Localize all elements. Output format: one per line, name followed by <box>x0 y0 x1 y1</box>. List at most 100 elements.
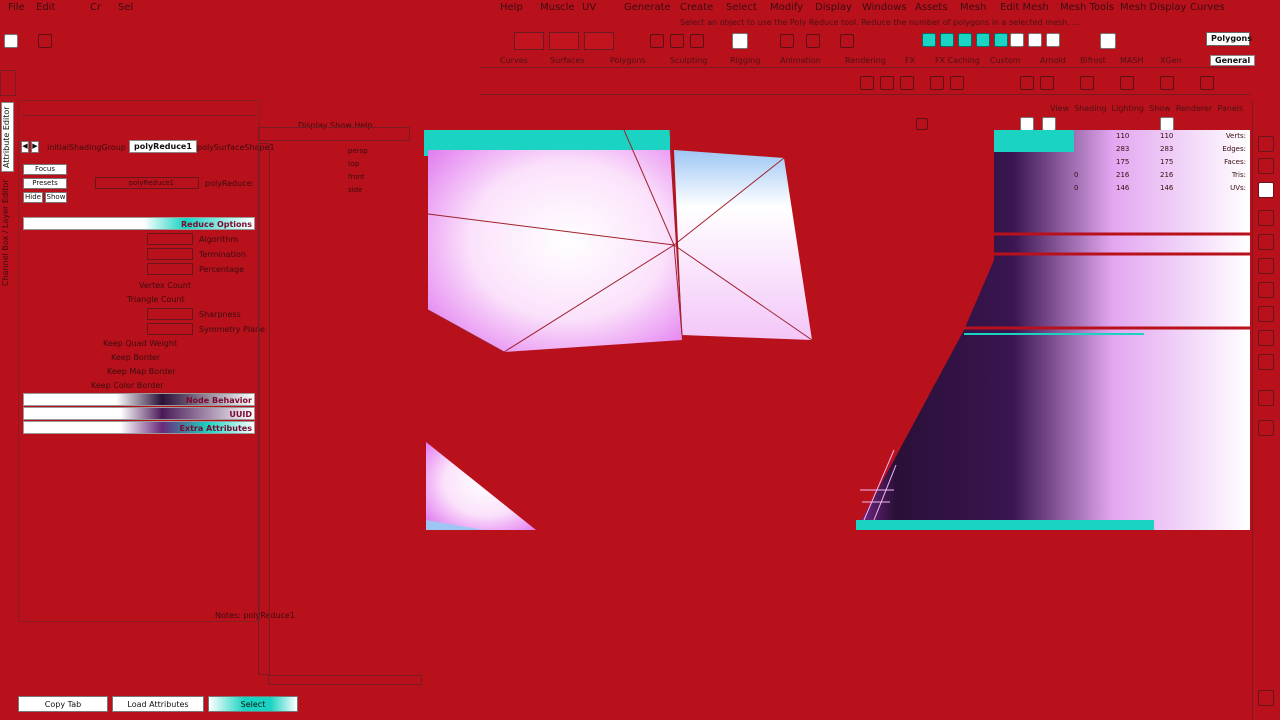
menu-assets[interactable]: Assets <box>915 2 948 13</box>
outliner-layout-icon[interactable] <box>1258 390 1274 406</box>
component-mode-button[interactable] <box>549 32 579 50</box>
shelf-tool-icon[interactable] <box>1120 76 1134 90</box>
tab-initial-shading[interactable]: initialShadingGroup <box>47 143 126 152</box>
snap-grid-icon[interactable] <box>650 34 664 48</box>
shelf-tool-icon[interactable] <box>900 76 914 90</box>
shelf-tab-active[interactable]: General <box>1210 55 1256 66</box>
open-scene-icon[interactable] <box>38 34 52 48</box>
menu-set-dropdown[interactable]: Polygons <box>1206 32 1252 46</box>
workspace-icon[interactable] <box>1100 33 1116 49</box>
layout-single-icon[interactable] <box>1258 282 1274 298</box>
rotate-tool-icon[interactable] <box>1258 234 1274 250</box>
script-editor-icon[interactable] <box>1258 690 1274 706</box>
hypershade-icon[interactable] <box>922 33 936 47</box>
hide-button[interactable]: Hide <box>23 192 43 203</box>
snap-curve-icon[interactable] <box>670 34 684 48</box>
menu-help[interactable]: Help <box>500 2 523 13</box>
add-icon[interactable] <box>1046 33 1060 47</box>
snap-mode-button[interactable] <box>584 32 614 50</box>
move-tool-icon[interactable] <box>1258 210 1274 226</box>
vp-menu-view[interactable]: View <box>1050 104 1069 113</box>
menu-edit[interactable]: Edit <box>36 2 55 13</box>
channel-box-vtab[interactable]: Channel Box / Layer Editor <box>1 178 14 288</box>
show-button[interactable]: Show <box>45 192 67 203</box>
keep-color-border-checkbox[interactable]: Keep Color Border <box>91 381 164 390</box>
paint-tool-icon[interactable] <box>1258 182 1274 198</box>
percentage-field[interactable] <box>147 263 193 275</box>
symmetry-plane-field[interactable] <box>147 323 193 335</box>
render-icon[interactable] <box>732 33 748 49</box>
shelf-tab[interactable]: FX <box>905 56 915 65</box>
shelf-tab[interactable]: Arnold <box>1040 56 1066 65</box>
shelf-tab[interactable]: Surfaces <box>550 56 585 65</box>
menu-create-2[interactable]: Create <box>680 2 713 13</box>
shelf-tab[interactable]: MASH <box>1120 56 1143 65</box>
menu-windows[interactable]: Windows <box>862 2 907 13</box>
menu-file[interactable]: File <box>8 2 25 13</box>
load-attributes-button[interactable]: Load Attributes <box>112 696 204 712</box>
outliner-scrollbar[interactable] <box>258 143 270 675</box>
graph-editor-icon[interactable] <box>1028 33 1042 47</box>
vp-menu-panels[interactable]: Panels <box>1217 104 1243 113</box>
layout-stack-icon[interactable] <box>1258 354 1274 370</box>
sharpness-field[interactable] <box>147 308 193 320</box>
shelf-tool-icon[interactable] <box>950 76 964 90</box>
shelf-tab[interactable]: Rendering <box>845 56 886 65</box>
menu-mesh-tools[interactable]: Mesh Tools <box>1060 2 1114 13</box>
presets-button[interactable]: Presets <box>23 178 67 189</box>
keep-quad-weight-checkbox[interactable]: Keep Quad Weight <box>103 339 177 348</box>
termination-field[interactable] <box>147 248 193 260</box>
menu-create[interactable]: Cr <box>90 2 101 13</box>
node-name-field[interactable]: polyReduce1 <box>95 177 199 189</box>
shelf-tab[interactable]: XGen <box>1160 56 1182 65</box>
outliner-icon[interactable] <box>1010 33 1024 47</box>
menu-muscle[interactable]: Muscle <box>540 2 575 13</box>
shelf-tool-icon[interactable] <box>1040 76 1054 90</box>
camera-icon[interactable] <box>916 118 928 130</box>
menu-curves[interactable]: Curves <box>1190 2 1225 13</box>
vp-menu-lighting[interactable]: Lighting <box>1112 104 1144 113</box>
outliner-hscroll[interactable] <box>268 675 422 685</box>
menu-uv[interactable]: UV <box>582 2 596 13</box>
tool-settings-icon[interactable] <box>976 33 990 47</box>
new-scene-icon[interactable] <box>4 34 18 48</box>
menu-generate[interactable]: Generate <box>624 2 671 13</box>
shelf-tool-icon[interactable] <box>1160 76 1174 90</box>
shelf-tab[interactable]: FX Caching <box>935 56 980 65</box>
outliner-item[interactable]: front <box>348 171 368 184</box>
ipr-icon[interactable] <box>806 34 820 48</box>
tab-polyreduce[interactable]: polyReduce1 <box>129 140 197 153</box>
shaded-icon[interactable] <box>1042 117 1056 131</box>
menu-select-2[interactable]: Select <box>726 2 757 13</box>
outliner-item[interactable]: side <box>348 184 368 197</box>
shelf-tool-icon[interactable] <box>1080 76 1094 90</box>
layout-side-icon[interactable] <box>1258 330 1274 346</box>
shelf-tab[interactable]: Bifrost <box>1080 56 1106 65</box>
vp-menu-show[interactable]: Show <box>1149 104 1171 113</box>
select-button[interactable]: Select <box>208 696 298 712</box>
isolate-icon[interactable] <box>1160 117 1174 131</box>
section-reduce-options[interactable]: Reduce Options <box>23 217 255 230</box>
channel-box-icon[interactable] <box>994 33 1008 47</box>
menu-display[interactable]: Display <box>815 2 852 13</box>
tab-scroll-right[interactable]: ▶ <box>31 141 39 153</box>
menu-modify[interactable]: Modify <box>770 2 803 13</box>
outliner-search-field[interactable] <box>258 127 410 141</box>
shelf-tool-icon[interactable] <box>1200 76 1214 90</box>
menu-mesh[interactable]: Mesh <box>960 2 986 13</box>
snap-point-icon[interactable] <box>690 34 704 48</box>
lasso-tool-icon[interactable] <box>1258 158 1274 174</box>
vp-menu-renderer[interactable]: Renderer <box>1176 104 1213 113</box>
menu-mesh-display[interactable]: Mesh Display <box>1120 2 1186 13</box>
scale-tool-icon[interactable] <box>1258 258 1274 274</box>
modeling-toolkit-icon[interactable] <box>940 33 954 47</box>
shelf-tab[interactable]: Polygons <box>610 56 646 65</box>
focus-button[interactable]: Focus <box>23 164 67 175</box>
shelf-tool-icon[interactable] <box>880 76 894 90</box>
tab-scroll-left[interactable]: ◀ <box>21 141 29 153</box>
shelf-tool-icon[interactable] <box>860 76 874 90</box>
outliner-item[interactable]: top <box>348 158 368 171</box>
shelf-tab[interactable]: Custom <box>990 56 1021 65</box>
section-node-behavior[interactable]: Node Behavior <box>23 393 255 406</box>
shelf-tab[interactable]: Animation <box>780 56 821 65</box>
